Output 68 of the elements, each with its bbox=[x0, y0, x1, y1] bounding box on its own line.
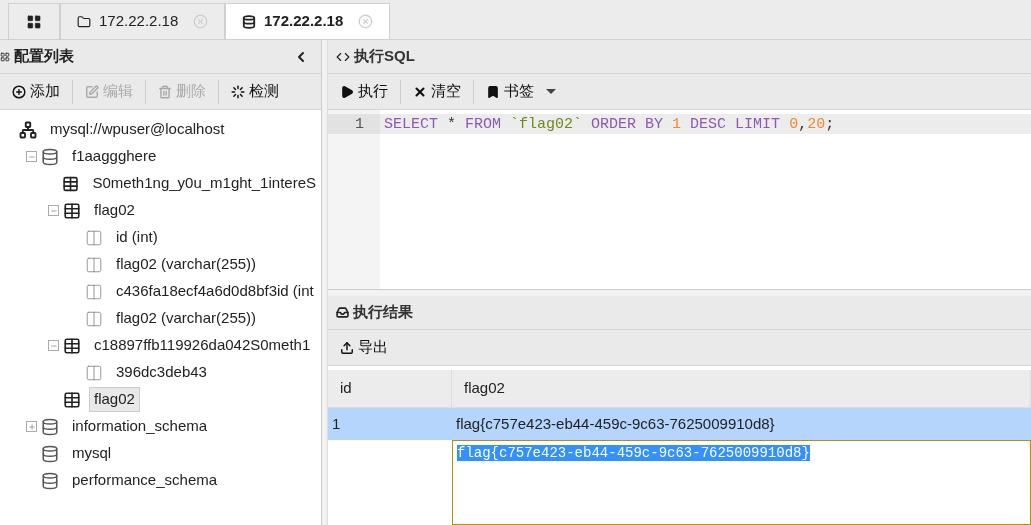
panel-title: 执行SQL bbox=[354, 46, 415, 67]
folder-icon bbox=[77, 14, 91, 29]
tree-item[interactable]: id (int) bbox=[111, 225, 163, 250]
add-icon bbox=[12, 84, 26, 99]
plus-icon bbox=[27, 422, 36, 431]
collapse-toggle[interactable] bbox=[48, 340, 59, 351]
column-header[interactable]: flag02 bbox=[452, 370, 1031, 407]
table-row[interactable]: 1 flag{c757e423-eb44-459c-9c63-7625009910d8} bbox=[328, 408, 1031, 440]
tree-item[interactable]: information_schema bbox=[67, 414, 213, 439]
grid-icon bbox=[26, 13, 42, 30]
tree-item[interactable]: flag02 (varchar(255)) bbox=[111, 306, 262, 331]
edit-icon bbox=[85, 84, 99, 99]
table-icon bbox=[63, 336, 81, 355]
database-icon bbox=[41, 444, 59, 463]
inbox-icon bbox=[336, 306, 349, 319]
trash-icon bbox=[158, 84, 172, 99]
database-icon bbox=[41, 417, 59, 436]
tree-item[interactable]: c436fa18ecf4a6d0d8bf3id (int bbox=[111, 279, 319, 304]
tree-item[interactable]: c18897ffb119926da042S0meth1 bbox=[89, 333, 316, 358]
grid-icon bbox=[0, 51, 10, 62]
column-icon bbox=[85, 228, 103, 247]
line-number: 1 bbox=[328, 114, 380, 134]
table-cell-text: flag{c757e423-eb44-459c-9c63-7625009910d8} bbox=[455, 413, 776, 434]
panel-title: 配置列表 bbox=[14, 46, 74, 67]
column-icon bbox=[85, 363, 103, 382]
database-icon bbox=[41, 147, 59, 166]
collapse-toggle[interactable] bbox=[26, 151, 37, 162]
tree-item[interactable]: flag02 bbox=[89, 387, 140, 412]
panel-title: 执行结果 bbox=[353, 302, 413, 323]
tree-item[interactable]: S0meth1ng_y0u_m1ght_1intereS bbox=[87, 171, 321, 196]
tree-item[interactable]: flag02 (varchar(255)) bbox=[111, 252, 262, 277]
tree-item[interactable]: mysql bbox=[67, 441, 117, 466]
close-icon[interactable] bbox=[193, 14, 208, 29]
table-icon bbox=[62, 174, 80, 193]
tab[interactable] bbox=[8, 3, 60, 39]
upload-icon bbox=[340, 340, 354, 355]
play-icon bbox=[340, 84, 354, 99]
caret-icon bbox=[546, 89, 556, 94]
table-icon bbox=[63, 201, 81, 220]
tab[interactable]: 172.22.2.18 bbox=[60, 3, 225, 39]
sql-editor[interactable]: 1 SELECT * FROM `flag02` ORDER BY 1 DESC LIMIT 0,20; bbox=[328, 110, 1031, 290]
tree-item[interactable]: performance_schema bbox=[67, 468, 223, 493]
clear-button[interactable]: 清空 bbox=[405, 76, 469, 107]
table-icon bbox=[63, 390, 81, 409]
database-icon bbox=[242, 14, 256, 29]
check-button[interactable]: 检测 bbox=[223, 76, 287, 107]
collapse-toggle[interactable] bbox=[48, 205, 59, 216]
close-icon[interactable] bbox=[358, 14, 373, 29]
bookmark-button[interactable]: 书签 bbox=[478, 76, 564, 107]
tree-item[interactable]: flag02 bbox=[89, 198, 140, 223]
column-header[interactable]: id bbox=[328, 370, 452, 407]
column-icon bbox=[85, 309, 103, 328]
bookmark-icon bbox=[486, 84, 500, 99]
table-cell-text: 1 bbox=[331, 413, 342, 434]
tree-item[interactable]: f1aaggghere bbox=[67, 144, 162, 169]
tab[interactable]: 172.22.2.18 bbox=[225, 3, 390, 39]
close-icon bbox=[413, 84, 427, 99]
add-button[interactable]: 添加 bbox=[4, 76, 68, 107]
network-icon bbox=[19, 120, 37, 139]
export-button[interactable]: 导出 bbox=[332, 332, 396, 363]
column-icon bbox=[85, 282, 103, 301]
tree-item[interactable]: 396dc3deb43 bbox=[111, 360, 212, 385]
run-button[interactable]: 执行 bbox=[332, 76, 396, 107]
database-icon bbox=[41, 471, 59, 490]
spinner-icon bbox=[231, 84, 245, 99]
column-icon bbox=[85, 255, 103, 274]
tree-item[interactable]: mysql://wpuser@localhost bbox=[45, 117, 230, 142]
expand-toggle[interactable] bbox=[26, 421, 37, 432]
